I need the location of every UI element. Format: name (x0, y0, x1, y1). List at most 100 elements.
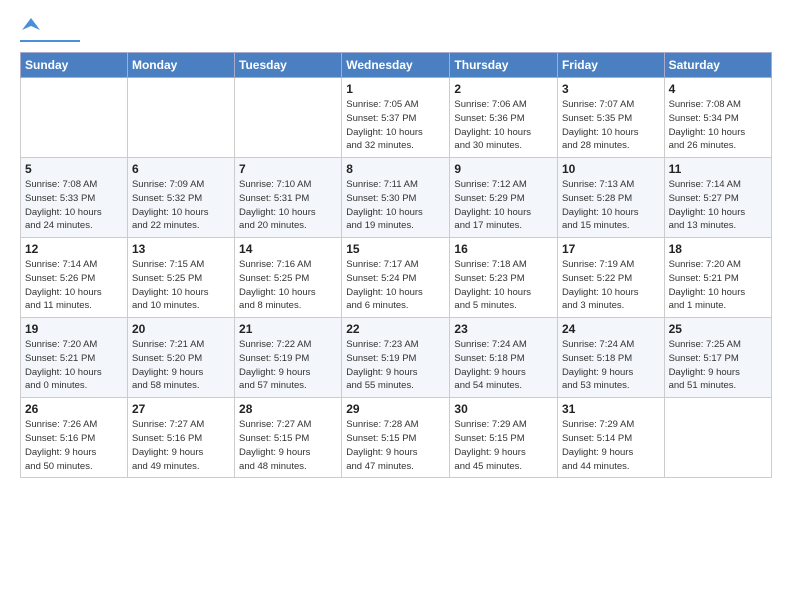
day-number: 19 (25, 322, 123, 336)
day-number: 3 (562, 82, 660, 96)
calendar-cell: 18 Sunrise: 7:20 AM Sunset: 5:21 PM Dayli… (664, 238, 771, 318)
day-info: Sunrise: 7:08 AM Sunset: 5:33 PM Dayligh… (25, 178, 123, 233)
day-info: Sunrise: 7:19 AM Sunset: 5:22 PM Dayligh… (562, 258, 660, 313)
day-info: Sunrise: 7:29 AM Sunset: 5:15 PM Dayligh… (454, 418, 553, 473)
day-number: 27 (132, 402, 230, 416)
calendar-week-row: 5 Sunrise: 7:08 AM Sunset: 5:33 PM Daylig… (21, 158, 772, 238)
calendar-cell (664, 398, 771, 478)
day-info: Sunrise: 7:20 AM Sunset: 5:21 PM Dayligh… (669, 258, 767, 313)
calendar-cell: 15 Sunrise: 7:17 AM Sunset: 5:24 PM Dayli… (342, 238, 450, 318)
calendar-cell: 27 Sunrise: 7:27 AM Sunset: 5:16 PM Dayli… (127, 398, 234, 478)
day-number: 9 (454, 162, 553, 176)
day-info: Sunrise: 7:14 AM Sunset: 5:26 PM Dayligh… (25, 258, 123, 313)
weekday-header: Thursday (450, 53, 558, 78)
day-number: 28 (239, 402, 337, 416)
day-info: Sunrise: 7:23 AM Sunset: 5:19 PM Dayligh… (346, 338, 445, 393)
day-info: Sunrise: 7:09 AM Sunset: 5:32 PM Dayligh… (132, 178, 230, 233)
day-info: Sunrise: 7:24 AM Sunset: 5:18 PM Dayligh… (562, 338, 660, 393)
day-info: Sunrise: 7:08 AM Sunset: 5:34 PM Dayligh… (669, 98, 767, 153)
calendar-cell: 6 Sunrise: 7:09 AM Sunset: 5:32 PM Daylig… (127, 158, 234, 238)
page: SundayMondayTuesdayWednesdayThursdayFrid… (0, 0, 792, 494)
calendar-cell (21, 78, 128, 158)
weekday-header: Friday (557, 53, 664, 78)
calendar-cell: 9 Sunrise: 7:12 AM Sunset: 5:29 PM Daylig… (450, 158, 558, 238)
day-info: Sunrise: 7:27 AM Sunset: 5:15 PM Dayligh… (239, 418, 337, 473)
day-number: 15 (346, 242, 445, 256)
day-number: 26 (25, 402, 123, 416)
calendar-cell: 4 Sunrise: 7:08 AM Sunset: 5:34 PM Daylig… (664, 78, 771, 158)
calendar-cell: 22 Sunrise: 7:23 AM Sunset: 5:19 PM Dayli… (342, 318, 450, 398)
day-info: Sunrise: 7:06 AM Sunset: 5:36 PM Dayligh… (454, 98, 553, 153)
day-number: 17 (562, 242, 660, 256)
day-info: Sunrise: 7:12 AM Sunset: 5:29 PM Dayligh… (454, 178, 553, 233)
calendar-cell (127, 78, 234, 158)
day-number: 23 (454, 322, 553, 336)
calendar-cell: 13 Sunrise: 7:15 AM Sunset: 5:25 PM Dayli… (127, 238, 234, 318)
calendar-cell (235, 78, 342, 158)
calendar-cell: 12 Sunrise: 7:14 AM Sunset: 5:26 PM Dayli… (21, 238, 128, 318)
day-info: Sunrise: 7:27 AM Sunset: 5:16 PM Dayligh… (132, 418, 230, 473)
day-number: 13 (132, 242, 230, 256)
calendar-table: SundayMondayTuesdayWednesdayThursdayFrid… (20, 52, 772, 478)
day-info: Sunrise: 7:11 AM Sunset: 5:30 PM Dayligh… (346, 178, 445, 233)
weekday-header: Sunday (21, 53, 128, 78)
day-number: 21 (239, 322, 337, 336)
calendar-cell: 7Sunrise: 7:10 AM Sunset: 5:31 PM Daylig… (235, 158, 342, 238)
day-info: Sunrise: 7:20 AM Sunset: 5:21 PM Dayligh… (25, 338, 123, 393)
calendar-cell: 24 Sunrise: 7:24 AM Sunset: 5:18 PM Dayli… (557, 318, 664, 398)
calendar-cell: 8 Sunrise: 7:11 AM Sunset: 5:30 PM Daylig… (342, 158, 450, 238)
calendar-cell: 28 Sunrise: 7:27 AM Sunset: 5:15 PM Dayli… (235, 398, 342, 478)
calendar-cell: 30Sunrise: 7:29 AM Sunset: 5:15 PM Dayli… (450, 398, 558, 478)
calendar-cell: 19 Sunrise: 7:20 AM Sunset: 5:21 PM Dayli… (21, 318, 128, 398)
calendar-cell: 31Sunrise: 7:29 AM Sunset: 5:14 PM Dayli… (557, 398, 664, 478)
calendar-cell: 20Sunrise: 7:21 AM Sunset: 5:20 PM Dayli… (127, 318, 234, 398)
header (20, 16, 772, 42)
day-number: 16 (454, 242, 553, 256)
calendar-cell: 1Sunrise: 7:05 AM Sunset: 5:37 PM Daylig… (342, 78, 450, 158)
calendar-cell: 26 Sunrise: 7:26 AM Sunset: 5:16 PM Dayli… (21, 398, 128, 478)
day-number: 20 (132, 322, 230, 336)
weekday-header: Tuesday (235, 53, 342, 78)
day-info: Sunrise: 7:17 AM Sunset: 5:24 PM Dayligh… (346, 258, 445, 313)
day-number: 5 (25, 162, 123, 176)
calendar-cell: 21 Sunrise: 7:22 AM Sunset: 5:19 PM Dayli… (235, 318, 342, 398)
day-info: Sunrise: 7:29 AM Sunset: 5:14 PM Dayligh… (562, 418, 660, 473)
calendar-cell: 17 Sunrise: 7:19 AM Sunset: 5:22 PM Dayli… (557, 238, 664, 318)
calendar-cell: 3 Sunrise: 7:07 AM Sunset: 5:35 PM Daylig… (557, 78, 664, 158)
day-number: 6 (132, 162, 230, 176)
calendar-week-row: 19 Sunrise: 7:20 AM Sunset: 5:21 PM Dayli… (21, 318, 772, 398)
day-info: Sunrise: 7:24 AM Sunset: 5:18 PM Dayligh… (454, 338, 553, 393)
calendar-week-row: 1Sunrise: 7:05 AM Sunset: 5:37 PM Daylig… (21, 78, 772, 158)
day-info: Sunrise: 7:05 AM Sunset: 5:37 PM Dayligh… (346, 98, 445, 153)
day-number: 4 (669, 82, 767, 96)
day-number: 7 (239, 162, 337, 176)
logo-bird-icon (22, 16, 40, 34)
day-number: 14 (239, 242, 337, 256)
day-info: Sunrise: 7:16 AM Sunset: 5:25 PM Dayligh… (239, 258, 337, 313)
day-info: Sunrise: 7:14 AM Sunset: 5:27 PM Dayligh… (669, 178, 767, 233)
weekday-header: Saturday (664, 53, 771, 78)
day-info: Sunrise: 7:28 AM Sunset: 5:15 PM Dayligh… (346, 418, 445, 473)
calendar-cell: 23 Sunrise: 7:24 AM Sunset: 5:18 PM Dayli… (450, 318, 558, 398)
day-info: Sunrise: 7:07 AM Sunset: 5:35 PM Dayligh… (562, 98, 660, 153)
day-info: Sunrise: 7:22 AM Sunset: 5:19 PM Dayligh… (239, 338, 337, 393)
day-number: 22 (346, 322, 445, 336)
day-number: 8 (346, 162, 445, 176)
logo-underline (20, 40, 80, 42)
calendar-week-row: 12 Sunrise: 7:14 AM Sunset: 5:26 PM Dayli… (21, 238, 772, 318)
calendar-week-row: 26 Sunrise: 7:26 AM Sunset: 5:16 PM Dayli… (21, 398, 772, 478)
day-info: Sunrise: 7:13 AM Sunset: 5:28 PM Dayligh… (562, 178, 660, 233)
day-number: 10 (562, 162, 660, 176)
calendar-cell: 29Sunrise: 7:28 AM Sunset: 5:15 PM Dayli… (342, 398, 450, 478)
day-number: 24 (562, 322, 660, 336)
day-number: 12 (25, 242, 123, 256)
calendar-cell: 16Sunrise: 7:18 AM Sunset: 5:23 PM Dayli… (450, 238, 558, 318)
calendar-header-row: SundayMondayTuesdayWednesdayThursdayFrid… (21, 53, 772, 78)
day-info: Sunrise: 7:25 AM Sunset: 5:17 PM Dayligh… (669, 338, 767, 393)
day-info: Sunrise: 7:15 AM Sunset: 5:25 PM Dayligh… (132, 258, 230, 313)
day-number: 2 (454, 82, 553, 96)
day-number: 18 (669, 242, 767, 256)
day-number: 25 (669, 322, 767, 336)
calendar-cell: 2 Sunrise: 7:06 AM Sunset: 5:36 PM Daylig… (450, 78, 558, 158)
day-info: Sunrise: 7:26 AM Sunset: 5:16 PM Dayligh… (25, 418, 123, 473)
